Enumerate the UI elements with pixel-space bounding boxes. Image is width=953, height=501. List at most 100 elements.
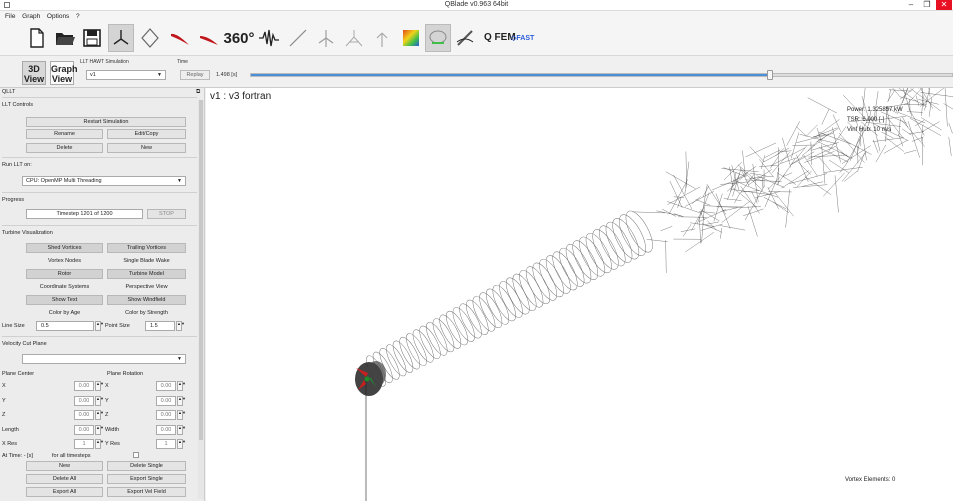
save-icon[interactable]: [79, 24, 105, 52]
length-input[interactable]: 0.00: [74, 425, 94, 435]
center-z-input[interactable]: 0.00: [74, 410, 94, 420]
perspective-view-toggle[interactable]: Perspective View: [107, 282, 186, 292]
blade-tool-icon[interactable]: [341, 24, 367, 52]
airfoil-design-icon[interactable]: [196, 24, 222, 52]
menu-options[interactable]: Options: [47, 11, 69, 22]
tsr-readout: TSR: 6.000 [-]: [847, 117, 885, 123]
center-x-stepper[interactable]: ▲▼: [95, 381, 104, 391]
turbine-model-toggle[interactable]: Turbine Model: [107, 269, 186, 279]
graph-view-button[interactable]: Graph View: [50, 61, 78, 85]
length-stepper[interactable]: ▲▼: [95, 425, 104, 435]
rotation-x-stepper[interactable]: ▲▼: [177, 381, 186, 391]
show-text-toggle[interactable]: Show Text: [26, 295, 103, 305]
restart-simulation-button[interactable]: Restart Simulation: [26, 117, 186, 127]
rename-button[interactable]: Rename: [26, 129, 103, 139]
export-single-button[interactable]: Export Single: [107, 474, 186, 484]
length-label: Length: [2, 427, 19, 433]
line-size-input[interactable]: 0.5: [36, 321, 94, 331]
vortex-sim-icon[interactable]: [425, 24, 451, 52]
line-tool-icon[interactable]: [285, 24, 311, 52]
trailing-vortices-toggle[interactable]: Trailing Vortices: [107, 243, 186, 253]
y-res-input[interactable]: 1: [156, 439, 176, 449]
maximize-button[interactable]: ❐: [919, 0, 935, 10]
center-z-stepper[interactable]: ▲▼: [95, 410, 104, 420]
point-size-stepper[interactable]: ▲▼: [176, 321, 185, 331]
center-y-input[interactable]: 0.00: [74, 396, 94, 406]
polar-360-icon[interactable]: 360°: [222, 24, 256, 52]
new-button[interactable]: New: [107, 143, 186, 153]
rotation-z-input[interactable]: 0.00: [156, 410, 176, 420]
wake-filament: [771, 152, 790, 174]
panel-scrollbar-thumb[interactable]: [199, 100, 203, 440]
windfield-icon[interactable]: [398, 24, 424, 52]
panel-undock-icon[interactable]: ⧉: [196, 89, 200, 96]
open-folder-icon[interactable]: [52, 24, 78, 52]
tower-tool-icon[interactable]: [369, 24, 395, 52]
rotation-x-input[interactable]: 0.00: [156, 381, 176, 391]
coordinate-systems-toggle[interactable]: Coordinate Systems: [26, 282, 103, 292]
color-by-age-toggle[interactable]: Color by Age: [26, 308, 103, 318]
wake-filament: [751, 192, 758, 204]
wake-filament: [920, 88, 934, 109]
center-x-input[interactable]: 0.00: [74, 381, 94, 391]
airfoil-red-icon[interactable]: [167, 24, 193, 52]
menu-graph[interactable]: Graph: [22, 11, 40, 22]
close-button[interactable]: ✕: [936, 0, 952, 10]
qfast-button[interactable]: ◇FAST: [511, 34, 534, 42]
color-by-strength-toggle[interactable]: Color by Strength: [107, 308, 186, 318]
delete-button[interactable]: Delete: [26, 143, 103, 153]
cut-plane-select[interactable]: ▼: [22, 354, 186, 364]
vawt-rotor-icon[interactable]: [137, 24, 163, 52]
rot-x-label: X: [105, 383, 109, 389]
view-bar: 3D View Graph View LLT HAWT Simulation v…: [0, 56, 953, 88]
wake-filament: [673, 196, 685, 198]
wake-filament: [920, 92, 953, 97]
3d-viewport[interactable]: v1 : v3 fortran Power: 1.325857 kW TSR: …: [206, 88, 953, 501]
rotor-toggle[interactable]: Rotor: [26, 269, 103, 279]
sim-select[interactable]: v1 ▼: [86, 70, 166, 80]
time-slider-handle[interactable]: [766, 70, 773, 80]
export-vel-field-button[interactable]: Export Vel Field: [107, 487, 186, 497]
wake-filament: [705, 221, 719, 225]
y-res-stepper[interactable]: ▲▼: [177, 439, 186, 449]
view-3d-button[interactable]: 3D View: [22, 61, 46, 85]
rotation-y-stepper[interactable]: ▲▼: [177, 396, 186, 406]
show-windfield-toggle[interactable]: Show Windfield: [107, 295, 186, 305]
point-size-input[interactable]: 1.5: [145, 321, 175, 331]
vortex-nodes-toggle[interactable]: Vortex Nodes: [26, 256, 103, 266]
hawt-rotor-icon[interactable]: [108, 24, 134, 52]
menu-help[interactable]: ?: [76, 11, 80, 22]
center-y-stepper[interactable]: ▲▼: [95, 396, 104, 406]
rotation-y-input[interactable]: 0.00: [156, 396, 176, 406]
wake-filament: [832, 127, 841, 163]
title-bar: QBlade v0.963 64bit – ❐ ✕: [0, 0, 953, 11]
delete-single-button[interactable]: Delete Single: [107, 461, 186, 471]
signal-wave-icon[interactable]: [256, 24, 282, 52]
width-stepper[interactable]: ▲▼: [177, 425, 186, 435]
export-all-button[interactable]: Export All: [26, 487, 103, 497]
x-res-input[interactable]: 1: [74, 439, 94, 449]
turbine-tool-icon[interactable]: [313, 24, 339, 52]
shed-vortices-toggle[interactable]: Shed Vortices: [26, 243, 103, 253]
width-input[interactable]: 0.00: [156, 425, 176, 435]
run-device-select[interactable]: CPU: OpenMP Multi Threading ▼: [22, 176, 186, 186]
replay-button[interactable]: Replay: [180, 70, 210, 80]
line-size-stepper[interactable]: ▲▼: [95, 321, 104, 331]
stop-button[interactable]: STOP: [147, 209, 186, 219]
wake-filament: [656, 210, 682, 217]
minimize-button[interactable]: –: [903, 0, 919, 10]
delete-all-button[interactable]: Delete All: [26, 474, 103, 484]
for-all-timesteps-checkbox[interactable]: [133, 452, 139, 458]
wake-filament: [699, 211, 716, 214]
new-plane-button[interactable]: New: [26, 461, 103, 471]
rotation-z-stepper[interactable]: ▲▼: [177, 410, 186, 420]
single-blade-wake-toggle[interactable]: Single Blade Wake: [107, 256, 186, 266]
new-file-icon[interactable]: [24, 24, 50, 52]
x-res-stepper[interactable]: ▲▼: [95, 439, 104, 449]
panel-scrollbar[interactable]: [198, 100, 204, 499]
edit-copy-button[interactable]: Edit/Copy: [107, 129, 186, 139]
edit-pen-icon[interactable]: [452, 24, 478, 52]
time-slider[interactable]: [250, 70, 953, 80]
menu-file[interactable]: File: [5, 11, 15, 22]
wake-ring: [572, 240, 599, 280]
